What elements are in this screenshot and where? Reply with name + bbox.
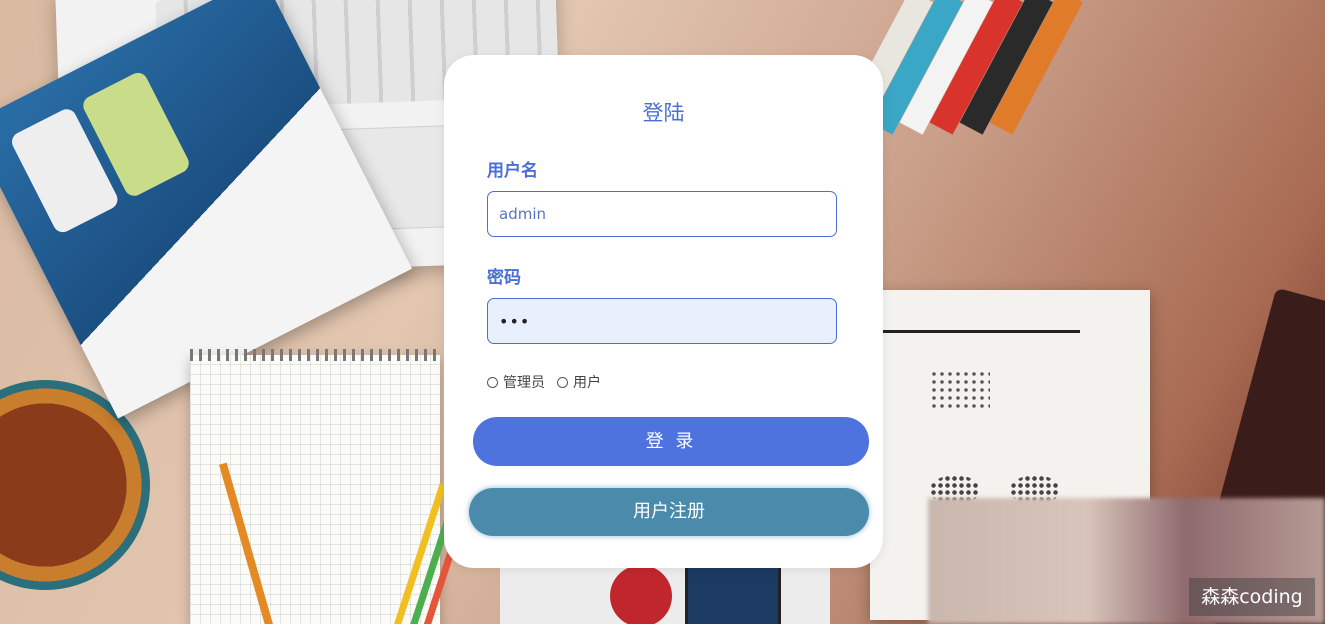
login-title: 登陆 bbox=[642, 101, 685, 125]
radio-button[interactable] bbox=[487, 376, 498, 388]
role-option-user[interactable]: 用户 bbox=[557, 372, 601, 392]
password-input[interactable] bbox=[487, 298, 837, 344]
role-option-admin[interactable]: 管理员 bbox=[487, 372, 545, 392]
radio-button[interactable] bbox=[557, 376, 568, 388]
username-input[interactable] bbox=[487, 191, 837, 237]
notepad-rings bbox=[190, 349, 440, 361]
role-label-user: 用户 bbox=[573, 375, 601, 391]
role-label-admin: 管理员 bbox=[503, 375, 545, 391]
password-label: 密码 bbox=[487, 268, 521, 288]
watermark: 森森coding bbox=[1189, 578, 1315, 616]
phone-decoration bbox=[685, 565, 781, 624]
login-button[interactable]: 登 录 bbox=[473, 417, 869, 466]
magazine-dot-graphic bbox=[930, 370, 990, 410]
magazine-rule bbox=[880, 330, 1080, 333]
role-radio-group: 管理员 用户 bbox=[487, 372, 613, 392]
username-label: 用户名 bbox=[487, 161, 538, 181]
logo-decoration bbox=[610, 565, 672, 624]
register-button[interactable]: 用户注册 bbox=[469, 488, 869, 536]
login-card: 登陆 用户名 密码 管理员 用户 登 录 用户注册 bbox=[444, 55, 883, 568]
